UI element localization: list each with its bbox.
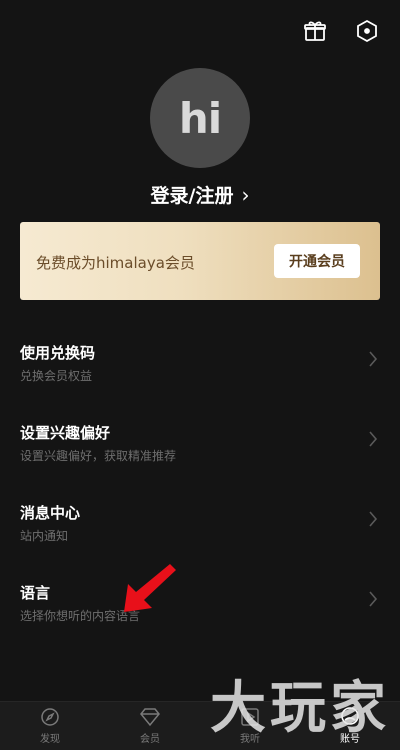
menu-item-title: 设置兴趣偏好: [20, 424, 111, 442]
menu-item-title: 消息中心: [20, 504, 81, 522]
annotation-arrow-icon: [124, 564, 176, 612]
avatar[interactable]: hi: [150, 68, 250, 168]
tab-label: 会员: [140, 734, 160, 745]
menu-item-redeem-code[interactable]: 使用兑换码 兑换会员权益: [0, 320, 400, 400]
chevron-right-icon: [369, 511, 378, 527]
diamond-icon: [140, 708, 160, 727]
login-label: 登录/注册: [150, 185, 234, 207]
tab-label: 发现: [40, 734, 60, 745]
chevron-right-icon: [369, 351, 378, 367]
menu-item-interest-preferences[interactable]: 设置兴趣偏好 设置兴趣偏好，获取精准推荐: [0, 400, 400, 480]
chevron-right-icon: [369, 431, 378, 447]
menu-item-message-center[interactable]: 消息中心 站内通知: [0, 480, 400, 560]
tab-discover[interactable]: 发现: [0, 702, 100, 750]
login-register-link[interactable]: 登录/注册 ›: [0, 181, 400, 208]
settings-hexagon-icon[interactable]: [354, 18, 380, 44]
tab-membership[interactable]: 会员: [100, 702, 200, 750]
avatar-text: hi: [178, 93, 222, 143]
menu-item-subtitle: 兑换会员权益: [20, 369, 93, 383]
vip-banner-text: 免费成为himalaya会员: [36, 254, 195, 272]
menu-item-language[interactable]: 语言 选择你想听的内容语言: [0, 560, 400, 640]
top-icons: [302, 18, 380, 44]
menu-item-title: 语言: [20, 584, 51, 602]
activate-vip-button[interactable]: 开通会员: [274, 244, 360, 278]
menu-item-subtitle: 站内通知: [20, 529, 69, 543]
chevron-right-icon: [369, 591, 378, 607]
menu-item-subtitle: 设置兴趣偏好，获取精准推荐: [20, 449, 177, 463]
watermark: 大玩家: [210, 675, 390, 741]
menu-item-title: 使用兑换码: [20, 344, 96, 362]
settings-menu: 使用兑换码 兑换会员权益 设置兴趣偏好 设置兴趣偏好，获取精准推荐 消息中心 站…: [0, 320, 400, 640]
chevron-right-icon: ›: [241, 182, 250, 207]
gift-icon[interactable]: [302, 18, 328, 44]
compass-icon: [41, 708, 59, 726]
vip-banner[interactable]: 免费成为himalaya会员 开通会员: [20, 222, 380, 300]
